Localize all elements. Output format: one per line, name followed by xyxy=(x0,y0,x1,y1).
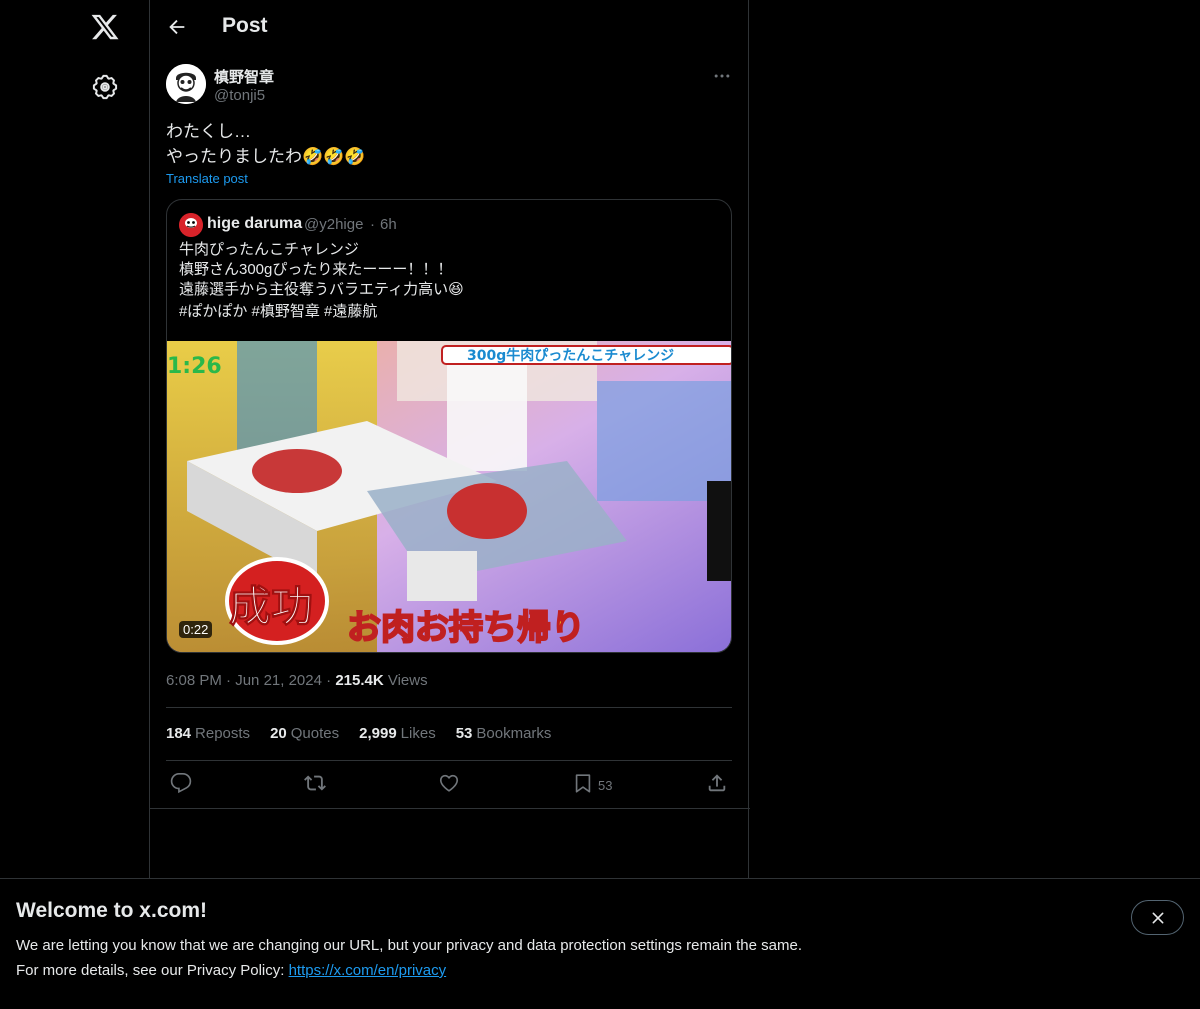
left-navigation xyxy=(0,0,150,1009)
close-icon xyxy=(1152,912,1163,923)
post-header: Post xyxy=(150,0,750,54)
stat-quotes[interactable]: 20 Quotes xyxy=(270,725,339,742)
separator-dot: · xyxy=(370,216,375,233)
avatar[interactable] xyxy=(166,64,206,104)
quoted-avatar xyxy=(179,213,203,237)
repost-icon[interactable] xyxy=(304,772,326,794)
video-overlay-top: 300g牛肉ぴったんこチャレンジ xyxy=(467,347,674,364)
daruma-icon xyxy=(179,213,203,237)
post-time[interactable]: 6:08 PM xyxy=(166,672,222,689)
quoted-post-text: 牛肉ぴったんこチャレンジ 槙野さん300gぴったり来たーーー！！！ 遠藤選手から… xyxy=(179,241,464,298)
post-metadata: 6:08 PM · Jun 21, 2024 · 215.4K Views xyxy=(166,672,428,689)
separator-dot: · xyxy=(226,672,232,689)
more-options-icon[interactable] xyxy=(712,66,732,86)
stat-count: 2,999 xyxy=(359,725,397,742)
stat-count: 53 xyxy=(455,725,473,742)
page-title: Post xyxy=(222,14,268,37)
post-text: わたくし… やったりましたわ🤣🤣🤣 xyxy=(166,122,366,166)
stat-label: Bookmarks xyxy=(476,725,552,742)
primary-column: Post 槙野智章 @tonji5 わたくし… やったりましたわ🤣🤣🤣 Tran… xyxy=(149,0,750,1009)
stat-count: 184 xyxy=(166,725,192,742)
quoted-post-hashtags[interactable]: #ぽかぽか #槙野智章 #遠藤航 xyxy=(179,300,377,321)
banner-privacy-prefix: For more details, see our Privacy Policy… xyxy=(16,962,289,979)
banner-title: Welcome to x.com! xyxy=(16,899,207,922)
post-date[interactable]: Jun 21, 2024 xyxy=(235,672,322,689)
quoted-author-name: hige daruma xyxy=(207,215,303,232)
video-frame: 300g牛肉ぴったんこチャレンジ 1:26 成功 お肉お持ち帰り xyxy=(167,341,731,652)
banner-privacy-note: For more details, see our Privacy Policy… xyxy=(16,962,446,979)
video-duration: 0:22 xyxy=(179,621,213,638)
stat-label: Likes xyxy=(400,725,436,742)
like-heart-icon[interactable] xyxy=(438,772,460,794)
quoted-post[interactable]: hige daruma @y2hige · 6h 牛肉ぴったんこチャレンジ 槙野… xyxy=(166,199,732,653)
views-count: 215.4K xyxy=(335,672,384,689)
video-overlay-caption: お肉お持ち帰り xyxy=(347,608,585,648)
quoted-author-handle: @y2hige xyxy=(304,216,364,233)
quoted-post-age: 6h xyxy=(380,216,397,233)
video-player[interactable]: 300g牛肉ぴったんこチャレンジ 1:26 成功 お肉お持ち帰り 0:22 xyxy=(167,341,731,652)
stat-bookmarks[interactable]: 53 Bookmarks xyxy=(456,725,552,742)
banner-message: We are letting you know that we are chan… xyxy=(16,937,802,954)
reply-icon[interactable] xyxy=(170,772,192,794)
stat-label: Reposts xyxy=(195,725,251,742)
stat-label: Quotes xyxy=(290,725,340,742)
translate-post-link[interactable]: Translate post xyxy=(166,171,248,186)
share-icon[interactable] xyxy=(706,772,728,794)
divider xyxy=(150,808,750,809)
bookmark-count: 53 xyxy=(598,778,613,793)
divider xyxy=(166,707,732,708)
bookmark-icon[interactable] xyxy=(572,772,594,794)
video-overlay-success: 成功 xyxy=(229,582,313,631)
avatar-illustration xyxy=(166,64,206,104)
author-handle[interactable]: @tonji5 xyxy=(214,87,265,104)
x-logo-icon[interactable] xyxy=(90,12,120,42)
stat-likes[interactable]: 2,999 Likes xyxy=(359,725,436,742)
privacy-policy-link[interactable]: https://x.com/en/privacy xyxy=(289,962,447,979)
stat-count: 20 xyxy=(270,725,287,742)
post-author: 槙野智章 @tonji5 xyxy=(166,64,734,106)
author-name[interactable]: 槙野智章 xyxy=(214,66,274,87)
back-arrow-icon[interactable] xyxy=(166,16,188,38)
gear-icon[interactable] xyxy=(92,74,118,100)
video-overlay-timer: 1:26 xyxy=(167,354,222,379)
close-banner-button[interactable] xyxy=(1131,900,1184,935)
action-bar: 53 xyxy=(166,770,732,800)
divider xyxy=(166,760,732,761)
welcome-banner: Welcome to x.com! We are letting you kno… xyxy=(0,878,1200,1009)
stat-reposts[interactable]: 184 Reposts xyxy=(166,725,250,742)
views-label: Views xyxy=(387,672,428,689)
engagement-stats: 184 Reposts 20 Quotes 2,999 Likes 53 Bookmar… xyxy=(166,725,551,742)
separator-dot: · xyxy=(326,672,332,689)
